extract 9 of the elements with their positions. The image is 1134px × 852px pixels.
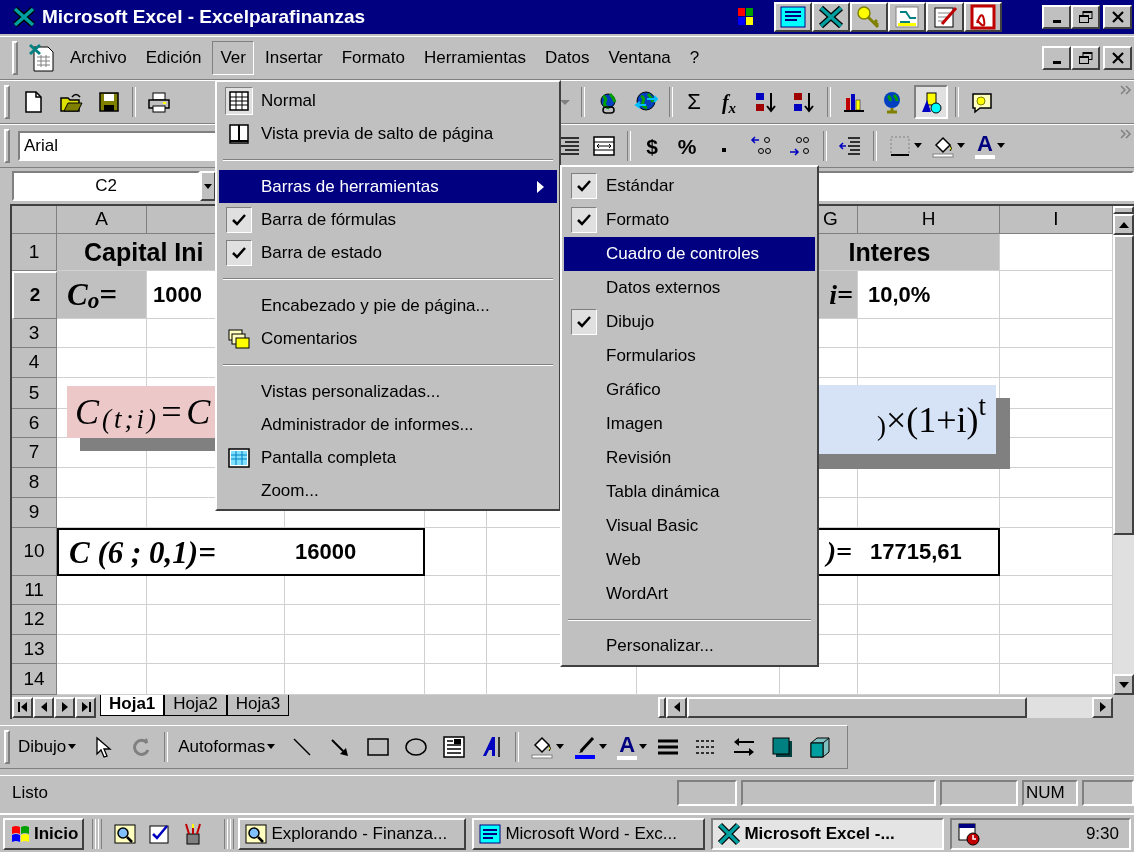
table-cell: C (6 ; 0,1)= [57, 528, 285, 576]
status-message: Listo [12, 781, 48, 804]
clock: 9:30 [1085, 822, 1119, 845]
status-indicator: NUM [1022, 779, 1078, 806]
table-cell: C$_{o}$= [57, 271, 147, 319]
table-cell: 10,0% [858, 271, 1000, 319]
table-cell: 16000 [285, 528, 425, 576]
table-cell: 17715,61 [858, 528, 1000, 576]
window-title: Microsoft Excel - Excelparafinanzas [42, 4, 366, 29]
